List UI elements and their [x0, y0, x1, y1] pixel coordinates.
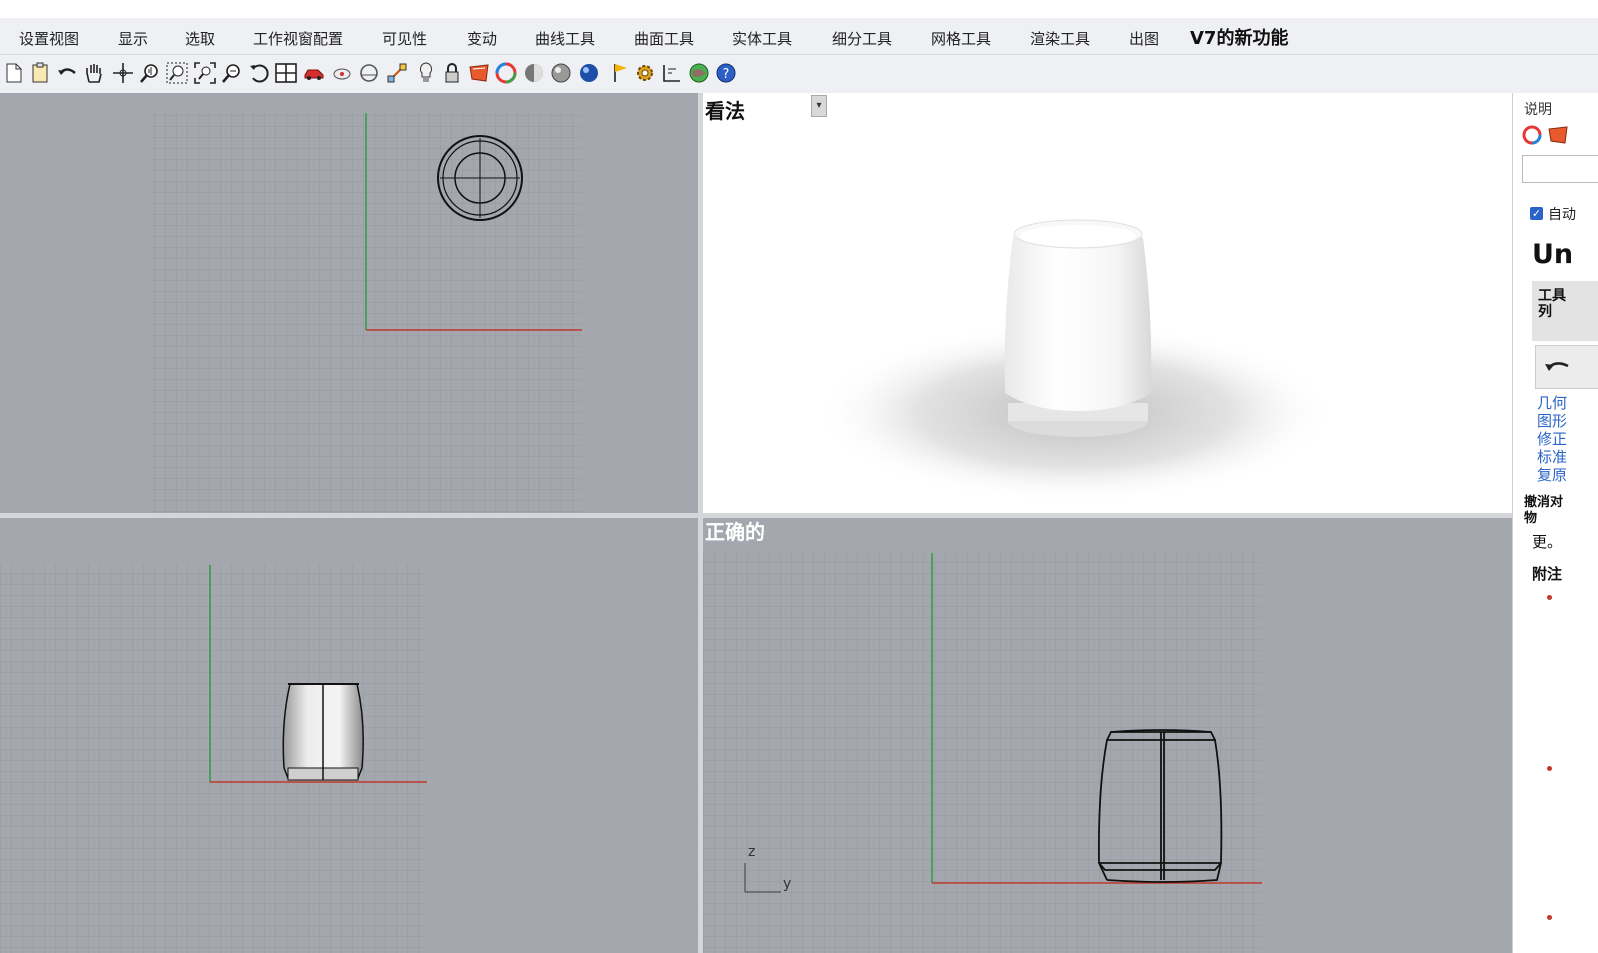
- help-link-restore[interactable]: 复原: [1537, 464, 1567, 485]
- rendered-can[interactable]: [1004, 219, 1152, 437]
- render-icon[interactable]: [1547, 125, 1569, 145]
- render-icon[interactable]: [467, 61, 491, 85]
- viewport-splitter-vertical[interactable]: [698, 93, 703, 953]
- menu-viewport-layout[interactable]: 工作视窗配置: [253, 28, 343, 49]
- dimension-icon[interactable]: [660, 61, 684, 85]
- title-strip: [0, 0, 1598, 18]
- globe-icon[interactable]: [687, 61, 711, 85]
- zoom-selected-icon[interactable]: [220, 61, 244, 85]
- rotate-view-icon[interactable]: [247, 61, 271, 85]
- car-icon[interactable]: [302, 61, 326, 85]
- note-bullet: [1547, 915, 1552, 920]
- menu-solid-tools[interactable]: 实体工具: [732, 28, 792, 49]
- viewport-front[interactable]: [0, 518, 698, 953]
- color-wheel-icon[interactable]: [494, 61, 518, 85]
- help-panel-tab[interactable]: 说明: [1524, 99, 1552, 119]
- note-bullet: [1547, 766, 1552, 771]
- menu-visibility[interactable]: 可见性: [382, 28, 427, 49]
- four-viewports-icon[interactable]: [274, 61, 298, 85]
- viewport-right-label[interactable]: 正确的: [705, 518, 765, 545]
- svg-text:?: ?: [723, 67, 730, 82]
- menu-drafting[interactable]: 出图: [1129, 28, 1159, 49]
- notes-heading: 附注: [1532, 565, 1563, 583]
- viewport-right[interactable]: 正确的 z y: [703, 518, 1512, 953]
- help-command-title: Un: [1532, 239, 1574, 270]
- viewport-top[interactable]: [0, 93, 698, 513]
- color-icon[interactable]: [1522, 125, 1542, 145]
- help-desc-line3: 更。: [1532, 533, 1563, 551]
- menu-bar: 设置视图 显示 选取 工作视窗配置 可见性 变动 曲线工具 曲面工具 实体工具 …: [0, 18, 1598, 55]
- viewport-perspective-label[interactable]: 看法: [705, 95, 745, 124]
- auto-update-checkbox[interactable]: ✓: [1530, 207, 1543, 220]
- viewport-perspective[interactable]: 看法 ▾: [703, 93, 1512, 513]
- light-icon[interactable]: [414, 61, 438, 85]
- menu-mesh-tools[interactable]: 网格工具: [931, 28, 991, 49]
- menu-display[interactable]: 显示: [118, 28, 148, 49]
- options-icon[interactable]: [330, 61, 354, 85]
- undo-tool-button[interactable]: [1535, 345, 1598, 389]
- clipboard-icon[interactable]: [28, 61, 52, 85]
- menu-surface-tools[interactable]: 曲面工具: [634, 28, 694, 49]
- material-sphere-icon[interactable]: [577, 61, 601, 85]
- menu-render-tools[interactable]: 渲染工具: [1030, 28, 1090, 49]
- grid: [703, 553, 1262, 953]
- new-icon[interactable]: [2, 61, 26, 85]
- viewport-perspective-canvas: [815, 219, 1335, 503]
- zoom-window-icon[interactable]: [165, 61, 189, 85]
- tool-label-2: 列: [1538, 304, 1552, 320]
- menu-whats-new[interactable]: V7的新功能: [1190, 24, 1288, 50]
- snap-icon[interactable]: [357, 61, 381, 85]
- menu-curve-tools[interactable]: 曲线工具: [535, 28, 595, 49]
- viewport-front-canvas: [0, 565, 427, 953]
- viewport-menu-dropdown[interactable]: ▾: [811, 95, 827, 117]
- viewport-right-canvas: [703, 553, 1262, 953]
- tool-row: 工具 列: [1532, 281, 1598, 341]
- osnap-icon[interactable]: [385, 61, 409, 85]
- settings-gear-icon[interactable]: [633, 61, 657, 85]
- help-panel: 说明 ✓ 自动 Un 工具 列 几何 图形 修正 标准 复原 撤消对 物 更。 …: [1512, 93, 1598, 953]
- rendered-sphere-icon[interactable]: [549, 61, 573, 85]
- axis-z-label: z: [748, 844, 756, 860]
- lock-icon[interactable]: [440, 61, 464, 85]
- move-icon[interactable]: [111, 61, 135, 85]
- viewport-top-canvas: [150, 113, 582, 513]
- top-view-can[interactable]: [437, 135, 523, 221]
- help-desc-line2: 物: [1524, 511, 1538, 526]
- menu-subd-tools[interactable]: 细分工具: [832, 28, 892, 49]
- zoom-extents-icon[interactable]: [193, 61, 217, 85]
- menu-transform[interactable]: 变动: [467, 28, 497, 49]
- undo-icon[interactable]: [55, 61, 79, 85]
- flag-icon[interactable]: [609, 61, 633, 85]
- pan-hand-icon[interactable]: [82, 61, 106, 85]
- auto-update-label: 自动: [1548, 207, 1576, 223]
- viewport-splitter-horizontal[interactable]: [0, 513, 1512, 518]
- toolbar: ?: [0, 55, 1598, 93]
- help-search-input[interactable]: [1522, 155, 1598, 183]
- menu-set-view[interactable]: 设置视图: [19, 28, 79, 49]
- menu-select[interactable]: 选取: [185, 28, 215, 49]
- zoom-icon[interactable]: [138, 61, 162, 85]
- shade-sphere-icon[interactable]: [522, 61, 546, 85]
- help-icon[interactable]: ?: [714, 61, 738, 85]
- undo-icon: [1545, 362, 1569, 371]
- note-bullet: [1547, 595, 1552, 600]
- front-view-can[interactable]: [282, 683, 364, 781]
- axis-y-label: y: [783, 876, 792, 892]
